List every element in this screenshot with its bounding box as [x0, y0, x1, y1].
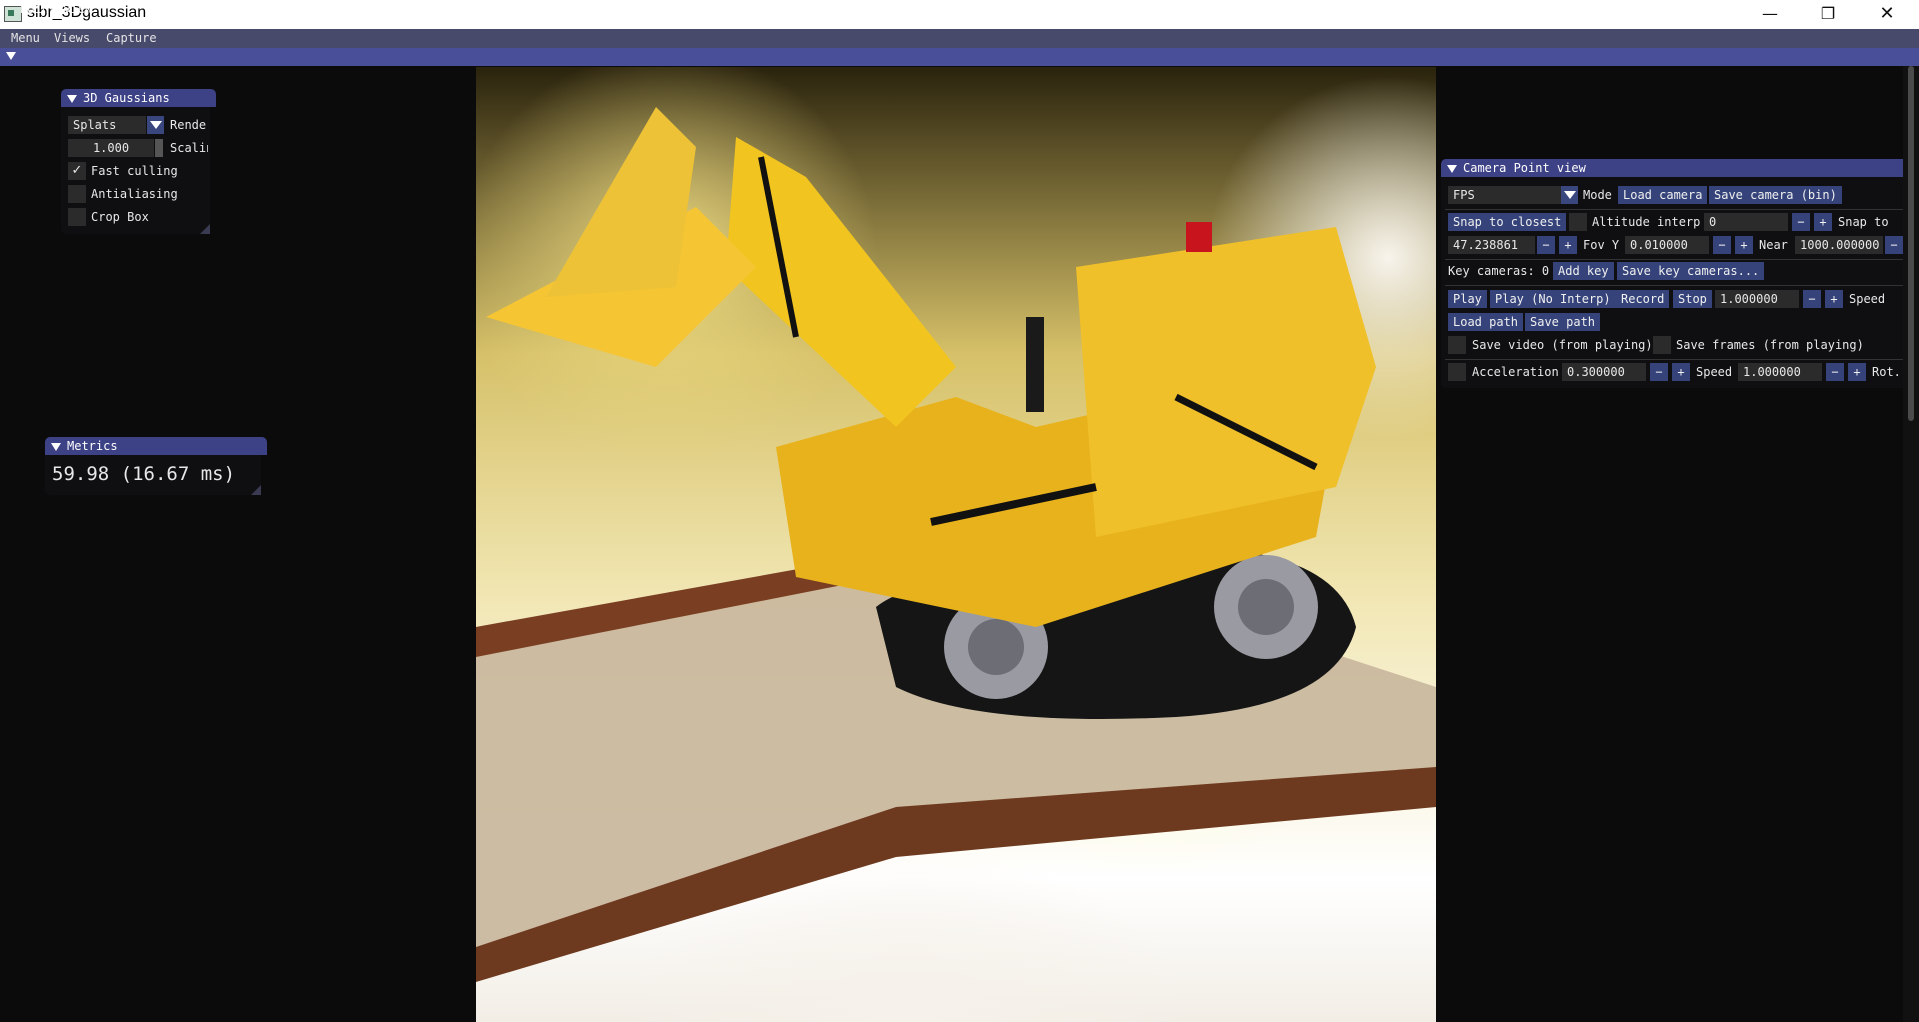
render-mode-select[interactable]: Splats	[68, 116, 146, 134]
altitude-interp-checkbox[interactable]	[1569, 213, 1587, 231]
save-video-checkbox[interactable]	[1448, 336, 1466, 354]
menu-item-capture[interactable]: Capture	[106, 31, 157, 45]
save-frames-checkbox[interactable]	[1653, 336, 1671, 354]
near-input[interactable]: 1000.000000	[1795, 236, 1883, 254]
point-view-header[interactable]	[0, 48, 1919, 66]
value-increment-button[interactable]: +	[1559, 236, 1577, 254]
altitude-interp-label: Altitude interp	[1592, 215, 1701, 229]
play-no-interp-button[interactable]: Play (No Interp)	[1490, 290, 1616, 308]
excavator-scene-image	[476, 107, 1436, 982]
speed-increment-button[interactable]: +	[1825, 290, 1843, 308]
render-viewport[interactable]	[476, 67, 1436, 1022]
save-video-label: Save video (from playing)	[1472, 338, 1653, 352]
camera-mode-select[interactable]: FPS	[1448, 186, 1561, 204]
antialiasing-label: Antialiasing	[91, 187, 178, 201]
scaling-slider-grab[interactable]	[155, 139, 163, 157]
gaussians-panel-title[interactable]: 3D Gaussians	[61, 89, 216, 107]
maximize-button[interactable]: ❐	[1799, 0, 1857, 29]
speed-decrement-button[interactable]: −	[1803, 290, 1821, 308]
value-decrement-button[interactable]: −	[1537, 236, 1555, 254]
speed-label: Speed	[1849, 292, 1886, 306]
resize-grip-icon[interactable]	[200, 224, 210, 234]
collapse-arrow-icon[interactable]	[67, 94, 77, 103]
point-view-title: Point view	[20, 2, 93, 16]
snap-to-closest-button[interactable]: Snap to closest	[1448, 213, 1567, 231]
camera-panel-title-text: Camera Point view	[1463, 161, 1586, 175]
fov-y-input[interactable]: 0.010000	[1625, 236, 1709, 254]
menu-item-views[interactable]: Views	[54, 31, 90, 45]
fast-culling-checkbox[interactable]: ✓	[68, 162, 86, 180]
minimize-button[interactable]: —	[1741, 0, 1799, 29]
speed2-input[interactable]: 1.000000	[1738, 363, 1822, 381]
save-path-button[interactable]: Save path	[1525, 313, 1601, 331]
speed2-increment-button[interactable]: +	[1848, 363, 1866, 381]
close-button[interactable]: ✕	[1858, 0, 1916, 29]
metrics-panel-title-text: Metrics	[67, 439, 118, 453]
record-button[interactable]: Record	[1616, 290, 1670, 308]
scaling-label: Scaling	[170, 141, 208, 155]
menu-item-menu[interactable]: Menu	[11, 31, 40, 45]
fov-y-increment-button[interactable]: +	[1735, 236, 1753, 254]
near-decrement-button[interactable]: −	[1885, 236, 1903, 254]
antialiasing-checkbox[interactable]	[68, 185, 86, 203]
camera-panel-title[interactable]: Camera Point view	[1441, 159, 1919, 177]
speed2-label: Speed	[1696, 365, 1733, 379]
scrollbar-thumb[interactable]	[1908, 66, 1914, 421]
resize-grip-icon[interactable]	[251, 485, 261, 495]
stop-button[interactable]: Stop	[1673, 290, 1712, 308]
save-frames-label: Save frames (from playing)	[1676, 338, 1864, 352]
scaling-input[interactable]: 1.000	[68, 139, 154, 157]
save-camera-button[interactable]: Save camera (bin)	[1709, 186, 1842, 204]
save-key-cameras-button[interactable]: Save key cameras...	[1617, 262, 1765, 280]
collapse-arrow-icon[interactable]	[6, 52, 16, 60]
fast-culling-label: Fast culling	[91, 164, 178, 178]
play-button[interactable]: Play	[1448, 290, 1487, 308]
value-input[interactable]: 47.238861	[1448, 236, 1535, 254]
altitude-decrement-button[interactable]: −	[1792, 213, 1810, 231]
altitude-increment-button[interactable]: +	[1814, 213, 1832, 231]
chevron-down-icon[interactable]	[1561, 186, 1578, 204]
fov-y-label: Fov Y	[1583, 238, 1620, 252]
separator	[1445, 209, 1919, 210]
menu-bar	[0, 29, 1919, 48]
crop-box-checkbox[interactable]	[68, 208, 86, 226]
acceleration-increment-button[interactable]: +	[1672, 363, 1690, 381]
key-cameras-label: Key cameras: 0	[1448, 264, 1550, 278]
fov-y-decrement-button[interactable]: −	[1713, 236, 1731, 254]
gaussians-panel-title-text: 3D Gaussians	[83, 91, 170, 105]
collapse-arrow-icon[interactable]	[51, 442, 61, 451]
fps-value: 59.98 (16.67 ms)	[52, 463, 236, 485]
rot-speed-label: Rot. sp	[1872, 365, 1902, 379]
chevron-down-icon[interactable]	[147, 116, 164, 134]
window-title-bar	[0, 0, 1919, 29]
acceleration-decrement-button[interactable]: −	[1650, 363, 1668, 381]
speed2-decrement-button[interactable]: −	[1826, 363, 1844, 381]
metrics-panel-title[interactable]: Metrics	[45, 437, 267, 455]
separator	[1445, 285, 1919, 286]
collapse-arrow-icon[interactable]	[1447, 164, 1457, 173]
altitude-input[interactable]: 0	[1704, 213, 1788, 231]
separator	[1445, 259, 1919, 260]
acceleration-checkbox[interactable]	[1448, 363, 1466, 381]
acceleration-input[interactable]: 0.300000	[1562, 363, 1646, 381]
crop-box-label: Crop Box	[91, 210, 149, 224]
speed-input[interactable]: 1.000000	[1715, 290, 1799, 308]
load-camera-button[interactable]: Load camera	[1618, 186, 1708, 204]
render-label: Render	[170, 118, 208, 132]
load-path-button[interactable]: Load path	[1448, 313, 1524, 331]
acceleration-label: Acceleration	[1472, 365, 1559, 379]
mode-label: Mode	[1583, 188, 1612, 202]
add-key-button[interactable]: Add key	[1553, 262, 1614, 280]
separator	[1445, 359, 1919, 360]
near-label: Near	[1759, 238, 1788, 252]
snap-to-label: Snap to	[1838, 215, 1889, 229]
